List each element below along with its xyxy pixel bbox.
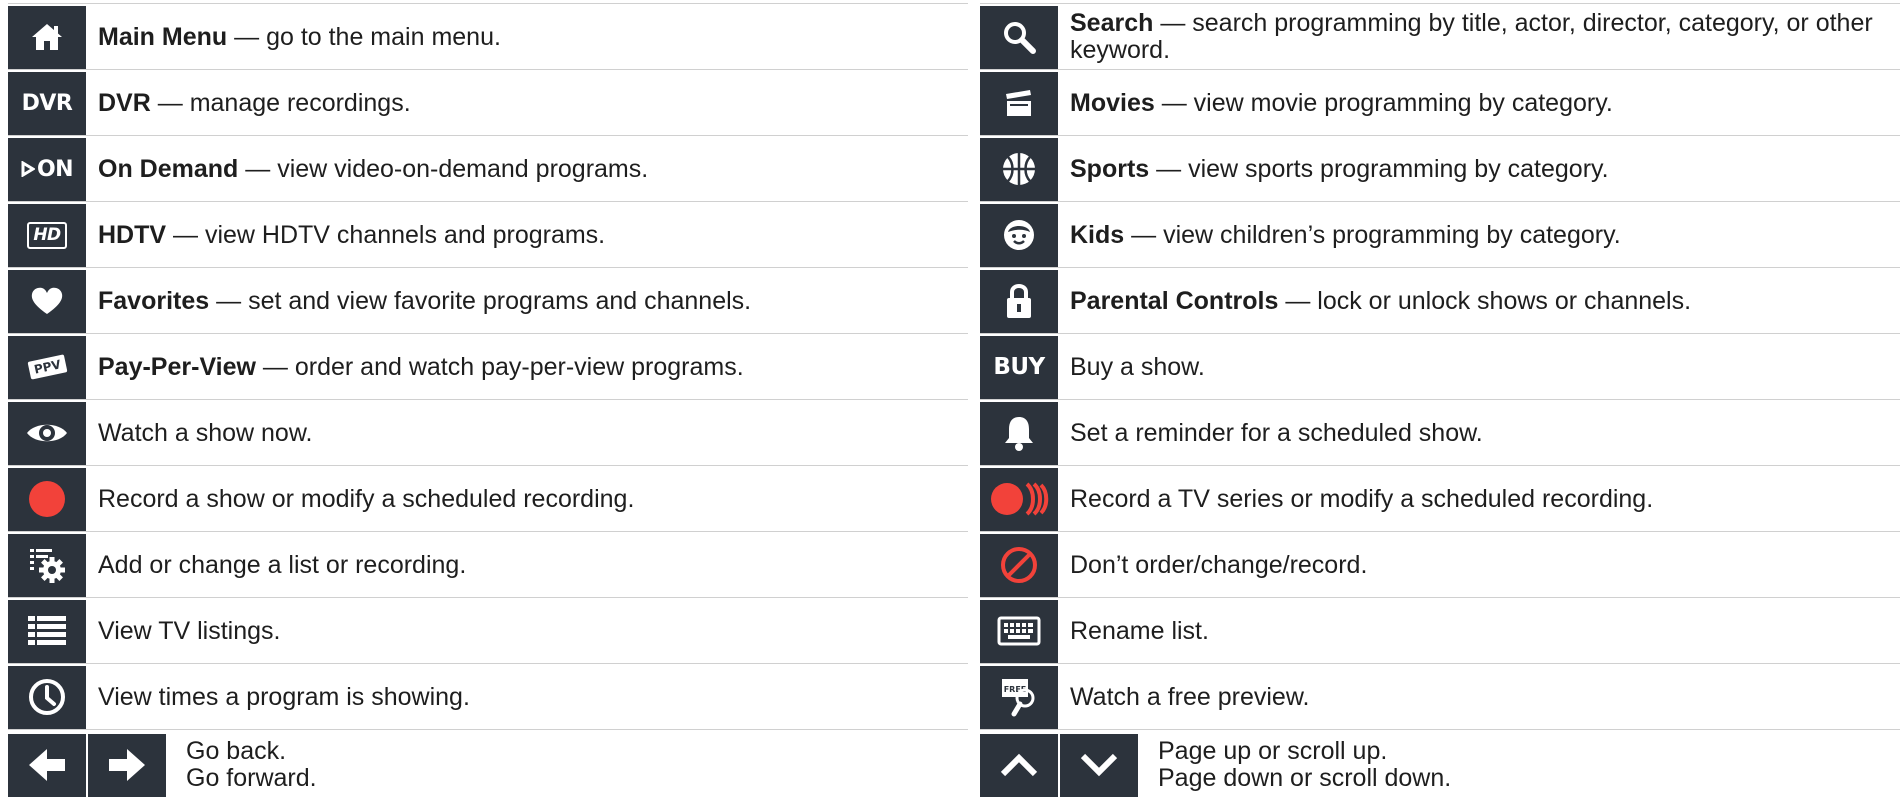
legend-row-parental-controls: Parental Controls — lock or unlock shows…: [980, 267, 1900, 333]
eye-icon: [8, 401, 86, 465]
legend-row-list-settings: Add or change a list or recording.: [8, 531, 968, 597]
legend-row-movies: Movies — view movie programming by categ…: [980, 69, 1900, 135]
legend-row-pay-per-view: PPV Pay-Per-View — order and watch pay-p…: [8, 333, 968, 399]
home-icon: [8, 5, 86, 69]
legend-row-hdtv: HD HDTV — view HDTV channels and program…: [8, 201, 968, 267]
legend-description: HDTV — view HDTV channels and programs.: [98, 220, 606, 249]
kids-face-icon: [980, 203, 1058, 267]
legend-row-dvr: DVR DVR — manage recordings.: [8, 69, 968, 135]
legend-row-search: Search — search programming by title, ac…: [980, 3, 1900, 69]
hd-icon: HD: [8, 203, 86, 267]
legend-description: Kids — view children’s programming by ca…: [1070, 220, 1621, 249]
dvr-icon: DVR: [8, 71, 86, 135]
legend-row-favorites: Favorites — set and view favorite progra…: [8, 267, 968, 333]
chevron-down-icon: [1060, 733, 1138, 797]
legend-description: Movies — view movie programming by categ…: [1070, 88, 1613, 117]
arrow-left-icon: [8, 733, 86, 797]
legend-description: Pay-Per-View — order and watch pay-per-v…: [98, 352, 744, 381]
cancel-icon: [980, 533, 1058, 597]
list-settings-icon: [8, 533, 86, 597]
legend-row-sports: Sports — view sports programming by cate…: [980, 135, 1900, 201]
legend-description: Record a show or modify a scheduled reco…: [98, 484, 635, 513]
free-preview-icon: FREE: [980, 665, 1058, 729]
lock-icon: [980, 269, 1058, 333]
legend-row-cancel: Don’t order/change/record.: [980, 531, 1900, 597]
legend-row-main-menu: Main Menu — go to the main menu.: [8, 3, 968, 69]
legend-row-free-preview: FREE Watch a free preview.: [980, 663, 1900, 729]
legend-description: Add or change a list or recording.: [98, 550, 467, 579]
legend-description: Record a TV series or modify a scheduled…: [1070, 484, 1654, 513]
legend-row-on-demand: ON On Demand — view video-on-demand prog…: [8, 135, 968, 201]
legend-description: Buy a show.: [1070, 352, 1205, 381]
legend-description: Main Menu — go to the main menu.: [98, 22, 501, 51]
legend-description: Don’t order/change/record.: [1070, 550, 1368, 579]
legend-row-reminder: Set a reminder for a scheduled show.: [980, 399, 1900, 465]
bell-icon: [980, 401, 1058, 465]
legend-description: View times a program is showing.: [98, 682, 470, 711]
clock-icon: [8, 665, 86, 729]
listings-icon: [8, 599, 86, 663]
movies-clapper-icon: [980, 71, 1058, 135]
legend-row-listings: View TV listings.: [8, 597, 968, 663]
legend-description: Go back. Go forward.: [186, 736, 317, 792]
legend-row-clock: View times a program is showing.: [8, 663, 968, 729]
search-icon: [980, 5, 1058, 69]
record-icon: [8, 467, 86, 531]
legend-row-buy: BUY Buy a show.: [980, 333, 1900, 399]
legend-row-record: Record a show or modify a scheduled reco…: [8, 465, 968, 531]
legend-description: Watch a free preview.: [1070, 682, 1310, 711]
legend-right-column: Search — search programming by title, ac…: [980, 3, 1900, 799]
legend-description: Watch a show now.: [98, 418, 313, 447]
legend-row-watch: Watch a show now.: [8, 399, 968, 465]
heart-icon: [8, 269, 86, 333]
legend-description: Page up or scroll up. Page down or scroll…: [1158, 736, 1452, 792]
legend-row-navigation: Go back. Go forward.: [8, 729, 968, 799]
legend-description: Search — search programming by title, ac…: [1070, 8, 1873, 64]
buy-icon: BUY: [980, 335, 1058, 399]
chevron-up-icon: [980, 733, 1058, 797]
legend-description: Rename list.: [1070, 616, 1209, 645]
keyboard-icon: [980, 599, 1058, 663]
legend-description: DVR — manage recordings.: [98, 88, 411, 117]
legend-description: Favorites — set and view favorite progra…: [98, 286, 752, 315]
legend-row-series-record: Record a TV series or modify a scheduled…: [980, 465, 1900, 531]
ppv-ticket-icon: PPV: [8, 335, 86, 399]
sports-ball-icon: [980, 137, 1058, 201]
legend-description: On Demand — view video-on-demand program…: [98, 154, 649, 183]
legend-description: Parental Controls — lock or unlock shows…: [1070, 286, 1692, 315]
icon-legend: Main Menu — go to the main menu. DVR DVR…: [0, 0, 1900, 806]
legend-description: Set a reminder for a scheduled show.: [1070, 418, 1483, 447]
arrow-right-icon: [88, 733, 166, 797]
legend-row-paging: Page up or scroll up. Page down or scroll…: [980, 729, 1900, 799]
legend-description: View TV listings.: [98, 616, 281, 645]
legend-description: Sports — view sports programming by cate…: [1070, 154, 1609, 183]
legend-row-kids: Kids — view children’s programming by ca…: [980, 201, 1900, 267]
legend-row-rename: Rename list.: [980, 597, 1900, 663]
on-demand-icon: ON: [8, 137, 86, 201]
series-record-icon: [980, 467, 1058, 531]
legend-left-column: Main Menu — go to the main menu. DVR DVR…: [8, 3, 968, 799]
